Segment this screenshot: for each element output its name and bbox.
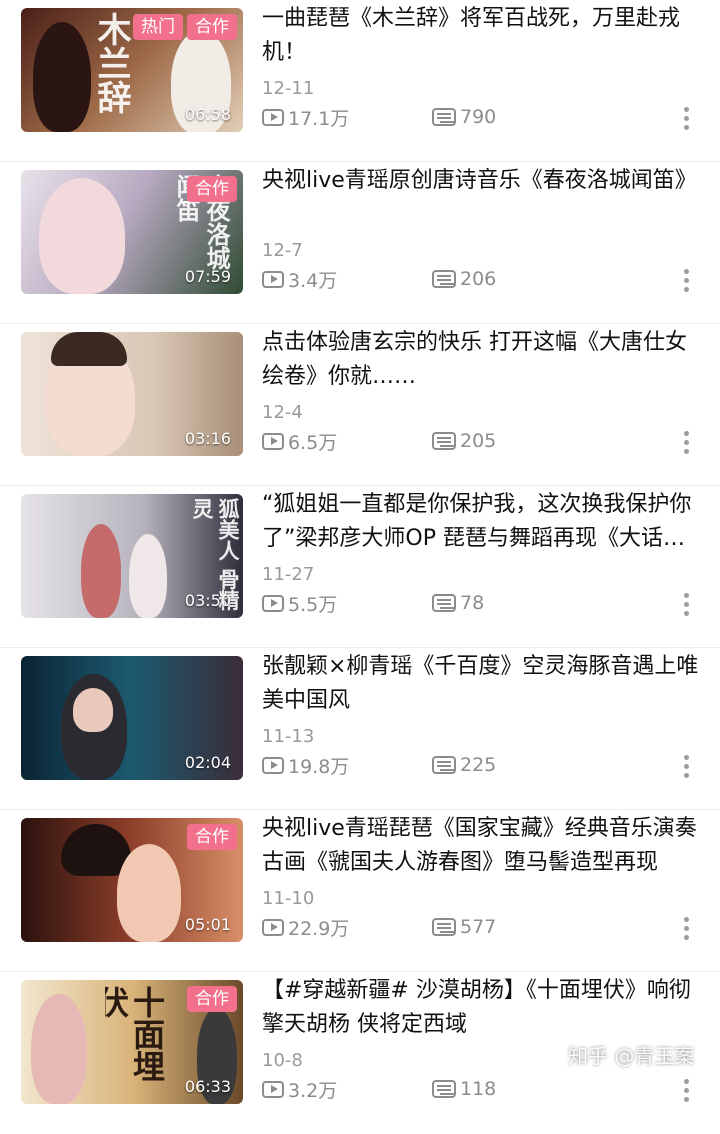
more-options-icon[interactable] [684,269,690,292]
collab-badge: 合作 [187,824,237,850]
video-thumbnail[interactable]: 狐美人 骨精灵 03:50 [21,494,243,618]
video-thumbnail[interactable]: 木兰辞 热门 合作 06:58 [21,8,243,132]
view-count: 19.8万 [262,752,432,779]
video-title[interactable]: “狐姐姐一直都是你保护我，这次换我保护你了”梁邦彦大师OP 琵琶与舞蹈再现《大话… [262,488,702,556]
more-options-icon[interactable] [684,431,690,454]
watermark: 知乎 @青玉案 [568,1044,695,1068]
video-stats: 22.9万 577 [262,913,702,941]
list-item[interactable]: 合作 05:01 央视live青瑶琵琶《国家宝藏》经典音乐演奏 古画《虢国夫人游… [0,810,720,972]
danmu-count: 225 [432,754,496,776]
video-stats: 3.2万 118 [262,1075,702,1103]
badge-group: 合作 [187,176,237,202]
danmu-count: 790 [432,106,496,128]
list-item[interactable]: 02:04 张靓颖×柳青瑶《千百度》空灵海豚音遇上唯美中国风 11-13 19.… [0,648,720,810]
video-date: 12-7 [262,240,303,261]
video-stats: 3.4万 206 [262,265,702,293]
video-duration: 06:33 [184,1077,231,1096]
list-item[interactable]: 03:16 点击体验唐玄宗的快乐 打开这幅《大唐仕女绘卷》你就…… 12-4 6… [0,324,720,486]
play-count-icon [262,270,284,288]
more-options-icon[interactable] [684,593,690,616]
video-date: 10-8 [262,1050,303,1071]
video-date: 11-13 [262,726,315,747]
video-list: 木兰辞 热门 合作 06:58 一曲琵琶《木兰辞》将军百战死，万里赴戎机！ 12… [0,0,720,1134]
danmu-icon [432,432,456,450]
video-thumbnail[interactable]: 02:04 [21,656,243,780]
danmu-icon [432,756,456,774]
view-count: 5.5万 [262,590,432,617]
play-count-icon [262,594,284,612]
more-options-icon[interactable] [684,1079,690,1102]
thumb-figure [31,994,87,1104]
danmu-icon [432,108,456,126]
video-date: 12-11 [262,78,315,99]
view-count: 3.4万 [262,266,432,293]
more-options-icon[interactable] [684,755,690,778]
video-duration: 06:58 [184,105,231,124]
play-count-icon [262,432,284,450]
view-count: 22.9万 [262,914,432,941]
play-count-icon [262,108,284,126]
collab-badge: 合作 [187,176,237,202]
badge-group: 热门 合作 [133,14,237,40]
thumb-figure [81,524,121,618]
danmu-count: 118 [432,1078,496,1100]
video-thumbnail[interactable]: 十面埋伏 合作 06:33 [21,980,243,1104]
view-count: 3.2万 [262,1076,432,1103]
thumb-art-text: 十面埋伏 [105,986,165,1082]
danmu-count: 78 [432,592,484,614]
video-duration: 03:16 [184,429,231,448]
play-count-icon [262,918,284,936]
video-title[interactable]: 点击体验唐玄宗的快乐 打开这幅《大唐仕女绘卷》你就…… [262,326,702,394]
video-duration: 07:59 [184,267,231,286]
danmu-count: 206 [432,268,496,290]
thumb-figure [39,178,125,294]
video-title[interactable]: 张靓颖×柳青瑶《千百度》空灵海豚音遇上唯美中国风 [262,650,702,718]
play-count-icon [262,756,284,774]
list-item[interactable]: 狐美人 骨精灵 03:50 “狐姐姐一直都是你保护我，这次换我保护你了”梁邦彦大… [0,486,720,648]
video-thumbnail[interactable]: 合作 05:01 [21,818,243,942]
thumb-figure [33,22,91,132]
badge-group: 合作 [187,986,237,1012]
danmu-icon [432,270,456,288]
thumb-figure [51,332,127,366]
video-stats: 17.1万 790 [262,103,702,131]
thumb-figure [117,844,181,942]
thumb-figure [73,688,113,732]
danmu-icon [432,594,456,612]
video-thumbnail[interactable]: 03:16 [21,332,243,456]
danmu-count: 577 [432,916,496,938]
video-title[interactable]: 央视live青瑶琵琶《国家宝藏》经典音乐演奏 古画《虢国夫人游春图》堕马髻造型再… [262,812,702,880]
video-title[interactable]: 一曲琵琶《木兰辞》将军百战死，万里赴戎机！ [262,2,702,70]
video-stats: 5.5万 78 [262,589,702,617]
video-stats: 6.5万 205 [262,427,702,455]
video-thumbnail[interactable]: 春夜洛城闻笛 合作 07:59 [21,170,243,294]
video-title[interactable]: 央视live青瑶原创唐诗音乐《春夜洛城闻笛》 [262,164,702,198]
danmu-icon [432,1080,456,1098]
collab-badge: 合作 [187,986,237,1012]
hot-badge: 热门 [133,14,183,40]
view-count: 6.5万 [262,428,432,455]
more-options-icon[interactable] [684,107,690,130]
video-duration: 03:50 [184,591,231,610]
danmu-count: 205 [432,430,496,452]
list-item[interactable]: 春夜洛城闻笛 合作 07:59 央视live青瑶原创唐诗音乐《春夜洛城闻笛》 1… [0,162,720,324]
video-date: 11-27 [262,564,315,585]
video-date: 11-10 [262,888,315,909]
more-options-icon[interactable] [684,917,690,940]
list-item[interactable]: 木兰辞 热门 合作 06:58 一曲琵琶《木兰辞》将军百战死，万里赴戎机！ 12… [0,0,720,162]
collab-badge: 合作 [187,14,237,40]
badge-group: 合作 [187,824,237,850]
video-stats: 19.8万 225 [262,751,702,779]
video-title[interactable]: 【#穿越新疆# 沙漠胡杨】《十面埋伏》响彻擎天胡杨 侠将定西域 [262,974,702,1042]
video-duration: 02:04 [184,753,231,772]
danmu-icon [432,918,456,936]
view-count: 17.1万 [262,104,432,131]
video-date: 12-4 [262,402,303,423]
thumb-art-text: 木兰辞 [91,12,131,114]
thumb-figure [129,534,167,618]
play-count-icon [262,1080,284,1098]
video-duration: 05:01 [184,915,231,934]
